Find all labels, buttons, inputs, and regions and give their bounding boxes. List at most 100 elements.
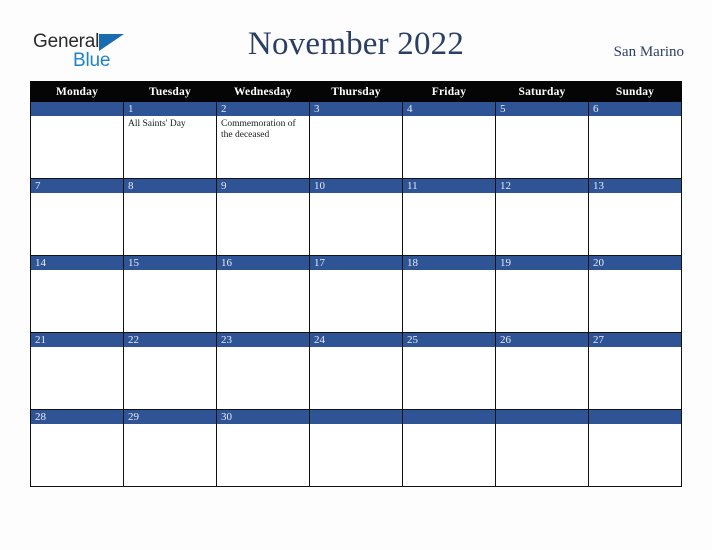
day-number: 10: [310, 179, 402, 193]
day-content: [217, 424, 309, 486]
day-content: [403, 116, 495, 178]
day-number: 3: [310, 102, 402, 116]
day-content: All Saints' Day: [124, 116, 216, 178]
calendar-day-cell[interactable]: 19: [495, 255, 589, 333]
calendar-day-cell[interactable]: 4: [402, 101, 496, 179]
day-content: [403, 424, 495, 486]
locale-label: San Marino: [613, 44, 684, 60]
day-number: 21: [31, 333, 123, 347]
day-content: [31, 193, 123, 255]
calendar-day-cell[interactable]: 7: [30, 178, 124, 256]
day-content: [310, 347, 402, 409]
day-content: [217, 270, 309, 332]
day-number: 8: [124, 179, 216, 193]
calendar-day-cell[interactable]: [495, 409, 589, 487]
calendar-day-cell[interactable]: 16: [216, 255, 310, 333]
day-number: 13: [589, 179, 681, 193]
calendar-day-cell[interactable]: 8: [123, 178, 217, 256]
page-header: General Blue November 2022 San Marino: [0, 0, 712, 80]
day-content: [496, 347, 588, 409]
day-number: [403, 410, 495, 424]
day-number: 15: [124, 256, 216, 270]
calendar-day-cell[interactable]: 1 All Saints' Day: [123, 101, 217, 179]
calendar-day-cell[interactable]: 27: [588, 332, 682, 410]
calendar-week-row: 14 15 16 17 18 19 20: [30, 255, 682, 333]
calendar-day-cell[interactable]: 29: [123, 409, 217, 487]
calendar-day-cell[interactable]: [30, 101, 124, 179]
calendar-week-row: 1 All Saints' Day 2 Commemoration of the de…: [30, 101, 682, 179]
calendar-day-cell[interactable]: 9: [216, 178, 310, 256]
calendar-container: Monday Tuesday Wednesday Thursday Friday Satu…: [30, 81, 682, 487]
day-content: [403, 347, 495, 409]
calendar-day-cell[interactable]: 25: [402, 332, 496, 410]
day-number: 1: [124, 102, 216, 116]
day-content: [31, 424, 123, 486]
day-number: 29: [124, 410, 216, 424]
calendar-day-cell[interactable]: 12: [495, 178, 589, 256]
calendar-day-cell[interactable]: 6: [588, 101, 682, 179]
day-number: 17: [310, 256, 402, 270]
weekday-header-friday: Friday: [402, 81, 496, 102]
day-content: [310, 424, 402, 486]
holiday-event-label: Commemoration of the deceased: [221, 119, 296, 140]
calendar-day-cell[interactable]: 11: [402, 178, 496, 256]
calendar-day-cell[interactable]: 26: [495, 332, 589, 410]
day-content: [31, 270, 123, 332]
calendar-day-cell[interactable]: 15: [123, 255, 217, 333]
day-number: 26: [496, 333, 588, 347]
day-number: 16: [217, 256, 309, 270]
day-number: 30: [217, 410, 309, 424]
calendar-body: 1 All Saints' Day 2 Commemoration of the de…: [30, 101, 682, 487]
calendar-day-cell[interactable]: 17: [309, 255, 403, 333]
calendar-day-cell[interactable]: 23: [216, 332, 310, 410]
day-content: [589, 424, 681, 486]
calendar-day-cell[interactable]: 30: [216, 409, 310, 487]
day-content: [496, 193, 588, 255]
calendar-day-cell[interactable]: 10: [309, 178, 403, 256]
day-content: [589, 347, 681, 409]
day-number: [589, 410, 681, 424]
weekday-header-sunday: Sunday: [588, 81, 682, 102]
day-number: 23: [217, 333, 309, 347]
day-content: [310, 270, 402, 332]
calendar-day-cell[interactable]: 14: [30, 255, 124, 333]
day-content: [124, 193, 216, 255]
calendar-day-cell[interactable]: [309, 409, 403, 487]
day-content: [403, 193, 495, 255]
calendar-day-cell[interactable]: 22: [123, 332, 217, 410]
day-number: 20: [589, 256, 681, 270]
day-content: [31, 116, 123, 178]
day-content: [310, 193, 402, 255]
day-number: [496, 410, 588, 424]
calendar-week-row: 21 22 23 24 25 26 27: [30, 332, 682, 410]
calendar-day-cell[interactable]: 20: [588, 255, 682, 333]
day-number: 11: [403, 179, 495, 193]
calendar-day-cell[interactable]: [588, 409, 682, 487]
calendar-day-cell[interactable]: [402, 409, 496, 487]
day-content: [496, 116, 588, 178]
day-number: 28: [31, 410, 123, 424]
calendar-week-row: 28 29 30: [30, 409, 682, 487]
day-content: [217, 347, 309, 409]
day-number: 9: [217, 179, 309, 193]
day-content: [496, 270, 588, 332]
day-number: 27: [589, 333, 681, 347]
day-number: 14: [31, 256, 123, 270]
calendar-day-cell[interactable]: 5: [495, 101, 589, 179]
day-number: 22: [124, 333, 216, 347]
day-number: 12: [496, 179, 588, 193]
calendar-day-cell[interactable]: 3: [309, 101, 403, 179]
page-title: November 2022: [247, 26, 465, 62]
calendar-day-cell[interactable]: 21: [30, 332, 124, 410]
weekday-header-row: Monday Tuesday Wednesday Thursday Friday Satu…: [30, 81, 682, 102]
calendar-page: General Blue November 2022 San Marino Mo…: [0, 0, 712, 550]
calendar-day-cell[interactable]: 28: [30, 409, 124, 487]
calendar-day-cell[interactable]: 2 Commemoration of the deceased: [216, 101, 310, 179]
weekday-header-thursday: Thursday: [309, 81, 403, 102]
calendar-day-cell[interactable]: 13: [588, 178, 682, 256]
day-number: 6: [589, 102, 681, 116]
day-number: 18: [403, 256, 495, 270]
calendar-header-row: Monday Tuesday Wednesday Thursday Friday Satu…: [30, 81, 682, 102]
calendar-day-cell[interactable]: 24: [309, 332, 403, 410]
calendar-day-cell[interactable]: 18: [402, 255, 496, 333]
